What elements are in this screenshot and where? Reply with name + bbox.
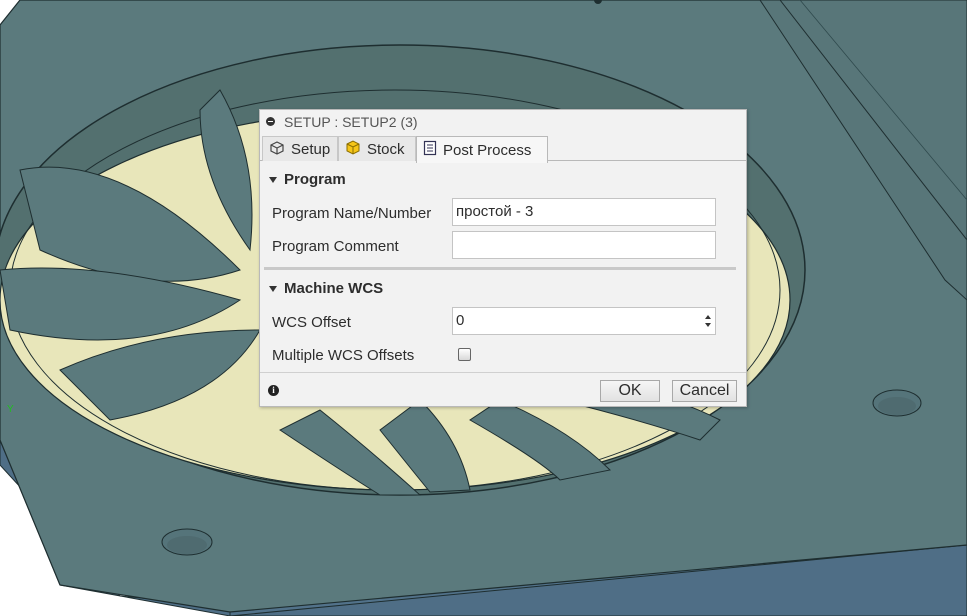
section-divider (264, 267, 736, 270)
dialog-title: SETUP : SETUP2 (3) (284, 113, 418, 130)
cancel-button[interactable]: Cancel (672, 380, 737, 402)
dialog-footer: i OK Cancel (260, 372, 746, 408)
program-name-input[interactable]: простой - 3 (452, 198, 716, 226)
setup-cube-icon (269, 139, 285, 159)
multiple-wcs-checkbox[interactable] (458, 348, 471, 361)
axis-y-label: Y (7, 404, 14, 415)
expand-triangle-icon (269, 285, 277, 292)
stock-box-icon (345, 139, 361, 159)
ok-button[interactable]: OK (600, 380, 660, 402)
tab-post-process-label: Post Process (443, 141, 532, 159)
setup-dialog: SETUP : SETUP2 (3) Setup Stock Post Proc… (259, 109, 747, 407)
program-name-label: Program Name/Number (272, 205, 432, 222)
program-section-title: Program (284, 171, 346, 188)
spin-down-icon[interactable] (705, 323, 711, 327)
collapse-icon[interactable] (266, 117, 275, 126)
machine-wcs-section-title: Machine WCS (284, 280, 384, 297)
machine-wcs-section-header[interactable]: Machine WCS (269, 280, 383, 297)
tab-strip: Setup Stock Post Process (260, 134, 746, 163)
expand-triangle-icon (269, 176, 277, 183)
post-process-icon (423, 140, 437, 160)
spin-up-icon[interactable] (705, 315, 711, 319)
wcs-offset-input[interactable]: 0 (452, 307, 716, 335)
tab-setup-label: Setup (291, 140, 331, 158)
info-icon[interactable]: i (268, 385, 279, 396)
program-section-header[interactable]: Program (269, 171, 346, 188)
multiple-wcs-label: Multiple WCS Offsets (272, 347, 415, 364)
dialog-title-bar[interactable]: SETUP : SETUP2 (3) (260, 110, 746, 133)
wcs-offset-spinner[interactable] (701, 308, 715, 334)
mount-hole-right-inner (878, 397, 916, 415)
wcs-offset-value: 0 (456, 312, 465, 329)
tab-setup[interactable]: Setup (262, 136, 338, 161)
tab-post-process[interactable]: Post Process (416, 136, 548, 163)
tab-stock-label: Stock (367, 140, 405, 158)
mount-hole-left-inner (167, 536, 207, 554)
wcs-offset-label: WCS Offset (272, 314, 351, 331)
program-comment-input[interactable] (452, 231, 716, 259)
tab-stock[interactable]: Stock (338, 136, 416, 161)
program-comment-label: Program Comment (272, 238, 399, 255)
